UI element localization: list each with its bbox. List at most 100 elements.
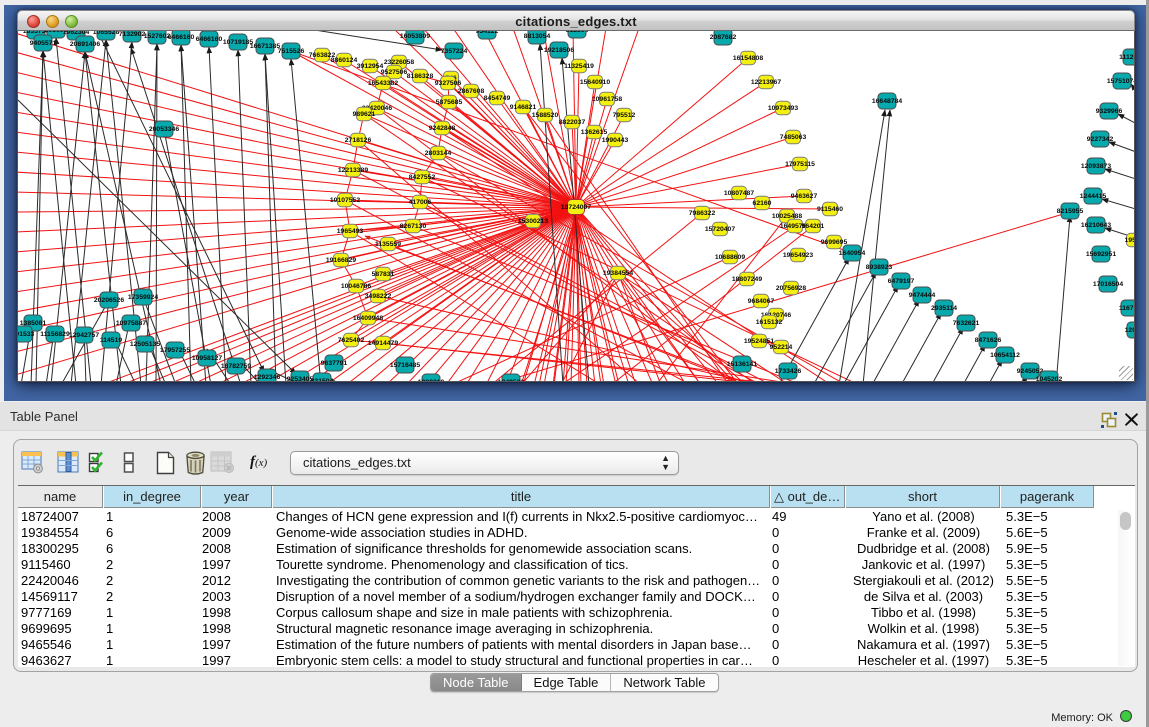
svg-text:8471626: 8471626 [975,337,1002,344]
svg-text:10046786: 10046786 [341,283,371,290]
svg-text:19384554: 19384554 [603,270,633,277]
svg-text:16210643: 16210643 [1081,222,1111,229]
svg-text:812304: 812304 [566,31,589,34]
svg-text:7632621: 7632621 [953,320,980,327]
svg-text:9684067: 9684067 [748,298,775,305]
svg-text:15716485: 15716485 [390,362,420,369]
svg-text:9146821: 9146821 [510,104,537,111]
svg-text:62160: 62160 [753,200,772,207]
svg-text:19524: 19524 [1125,237,1135,244]
svg-text:952214: 952214 [770,344,793,351]
svg-text:8215955: 8215955 [1057,208,1084,215]
svg-text:1640954: 1640954 [839,250,866,257]
svg-text:9227342: 9227342 [1087,136,1114,143]
svg-text:7485063: 7485063 [780,134,807,141]
svg-text:16782759: 16782759 [221,363,251,370]
svg-text:12213389: 12213389 [338,167,368,174]
svg-text:14914479: 14914479 [368,340,398,347]
svg-text:5875685: 5875685 [436,99,463,106]
svg-text:2087682: 2087682 [710,34,737,41]
svg-text:17359924: 17359924 [128,294,158,301]
svg-text:10688609: 10688609 [715,254,745,261]
svg-text:11156829: 11156829 [40,331,70,338]
svg-text:1244415: 1244415 [1080,193,1107,200]
svg-text:831504: 831504 [311,378,334,382]
svg-text:6466160: 6466160 [168,34,195,41]
svg-text:116753: 116753 [1119,305,1135,312]
svg-text:795512: 795512 [613,112,636,119]
svg-text:1733426: 1733426 [775,368,802,375]
svg-text:9527506: 9527506 [381,69,408,76]
svg-text:18724007: 18724007 [561,204,591,211]
svg-text:8860124: 8860124 [331,57,358,64]
svg-text:8267130: 8267130 [400,223,427,230]
svg-text:1962304: 1962304 [63,31,90,36]
svg-text:12505135: 12505135 [130,341,160,348]
svg-text:9253405: 9253405 [287,376,314,382]
svg-text:16543382: 16543382 [368,80,398,87]
svg-text:114519: 114519 [100,337,123,344]
svg-text:16053809: 16053809 [400,33,430,40]
svg-text:2803144: 2803144 [425,150,452,157]
svg-text:9327506: 9327506 [435,80,462,87]
svg-text:1588520: 1588520 [532,112,559,119]
svg-text:12093873: 12093873 [1081,163,1111,170]
svg-text:16154808: 16154808 [733,55,763,62]
svg-text:15751074: 15751074 [1107,78,1135,85]
svg-text:2935114: 2935114 [931,305,957,312]
svg-text:15640910: 15640910 [580,79,610,86]
svg-text:18807249: 18807249 [732,276,762,283]
svg-text:12213967: 12213967 [751,79,781,86]
svg-text:120210: 120210 [1125,327,1135,334]
svg-text:17975115: 17975115 [785,161,815,168]
svg-text:15692951: 15692951 [1086,251,1116,258]
svg-text:1965493: 1965493 [337,228,364,235]
svg-text:6479197: 6479197 [888,278,915,285]
svg-text:1362615: 1362615 [581,129,608,136]
svg-text:954122: 954122 [476,31,499,35]
svg-text:1045202: 1045202 [1036,376,1063,382]
svg-text:10973493: 10973493 [768,105,798,112]
svg-text:7132902: 7132902 [119,31,146,38]
svg-text:10975887: 10975887 [116,320,146,327]
svg-text:19654923: 19654923 [783,252,813,259]
svg-text:2867608: 2867608 [458,88,485,95]
svg-text:16409948: 16409948 [353,315,383,322]
svg-text:10719185: 10719185 [223,39,253,46]
svg-text:19166829: 19166829 [326,257,356,264]
svg-text:20891406: 20891406 [70,41,100,48]
svg-text:7357224: 7357224 [441,48,468,55]
svg-text:8938923: 8938923 [866,264,893,271]
svg-text:9115460: 9115460 [817,206,843,213]
svg-text:8454749: 8454749 [484,95,511,102]
svg-text:9699695: 9699695 [821,239,848,246]
svg-text:15136141: 15136141 [727,361,757,368]
svg-text:9405571: 9405571 [30,40,57,47]
svg-text:7515526: 7515526 [278,48,305,55]
svg-text:1292346: 1292346 [254,374,281,381]
svg-text:9463627: 9463627 [791,193,818,200]
svg-text:9329966: 9329966 [1096,108,1123,115]
svg-text:12942757: 12942757 [69,332,99,339]
svg-text:1990443: 1990443 [602,137,629,144]
svg-text:2718126: 2718126 [345,137,372,144]
svg-text:9474444: 9474444 [909,292,936,299]
svg-text:1615132: 1615132 [756,319,783,326]
svg-text:8822037: 8822037 [559,119,586,126]
svg-text:17016504: 17016504 [1093,281,1123,288]
svg-text:20206526: 20206526 [94,297,124,304]
svg-text:1112541: 1112541 [1119,54,1135,61]
svg-text:15300213: 15300213 [518,218,548,225]
svg-text:9242848: 9242848 [429,125,456,132]
svg-text:8813054: 8813054 [524,33,551,40]
svg-text:10961758: 10961758 [592,96,622,103]
svg-text:1065528: 1065528 [93,31,120,36]
svg-text:7986322: 7986322 [689,210,716,217]
svg-text:10107552: 10107552 [330,197,360,204]
svg-text:1527602: 1527602 [144,33,171,40]
svg-text:16671385: 16671385 [250,43,280,50]
svg-text:20053346: 20053346 [149,126,179,133]
svg-text:8427552: 8427552 [409,174,436,181]
svg-text:9245052: 9245052 [1017,368,1044,375]
svg-text:1135559: 1135559 [375,241,401,248]
